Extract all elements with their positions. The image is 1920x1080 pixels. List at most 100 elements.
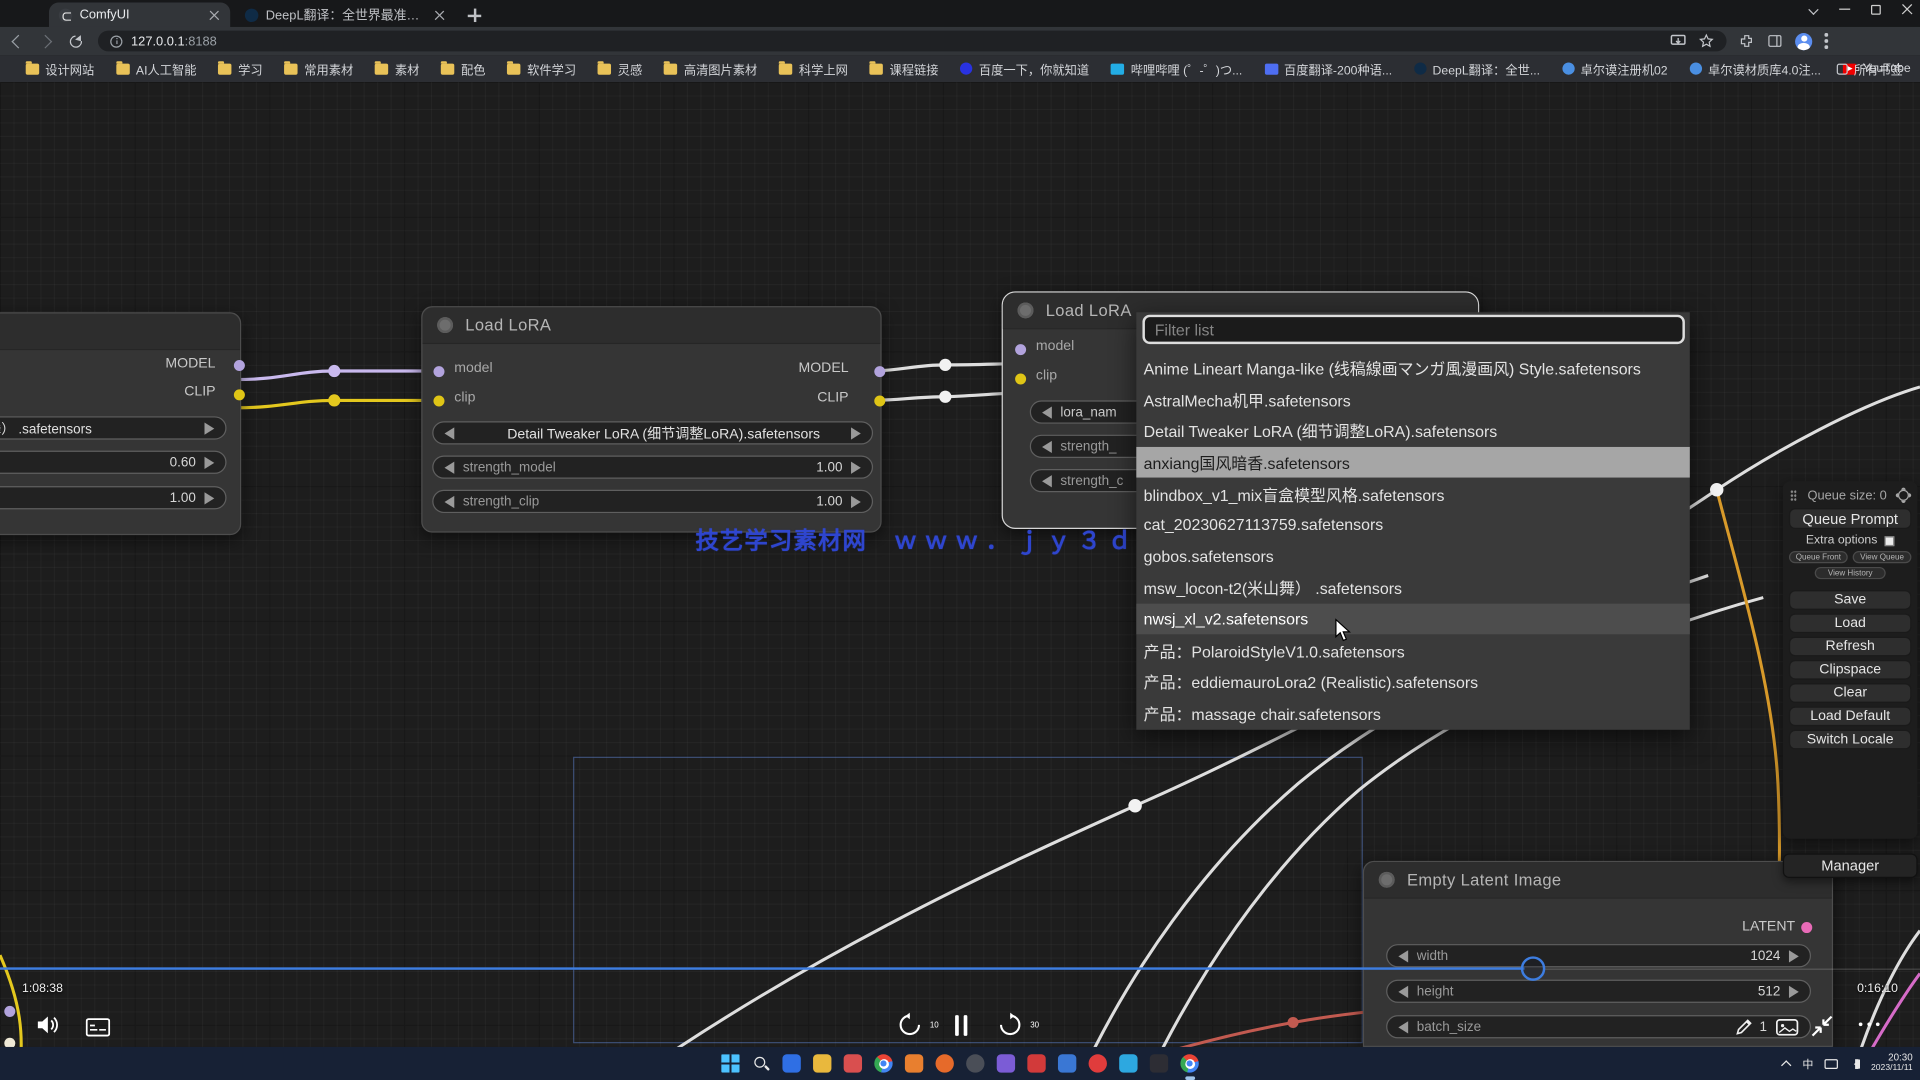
extensions-icon[interactable] [1739, 33, 1755, 49]
menu-button[interactable]: Save [1789, 590, 1911, 610]
widget-lora-name[interactable]: Detail Tweaker LoRA (细节调整LoRA).safetenso… [432, 421, 873, 444]
prev-arrow-icon[interactable] [1042, 406, 1052, 418]
manager-button[interactable]: Manager [1783, 853, 1918, 877]
input-port-model[interactable] [433, 366, 444, 377]
lora-list-item[interactable]: cat_20230627113759.safetensors [1136, 509, 1689, 540]
extra-options-checkbox[interactable] [1885, 536, 1895, 546]
collapse-dot[interactable] [437, 317, 453, 333]
reload-button[interactable] [64, 29, 88, 53]
tab-search-icon[interactable] [1809, 4, 1819, 14]
widget-strength-model[interactable]: strength_model 1.00 [432, 456, 873, 479]
queue-prompt-button[interactable]: Queue Prompt [1789, 508, 1911, 529]
filter-input[interactable]: Filter list [1142, 315, 1684, 344]
bookmark-item[interactable]: 卓尔谟材质库4.0注... [1681, 57, 1829, 80]
more-options-icon[interactable] [1859, 1022, 1883, 1046]
taskbar-app-icon[interactable] [904, 1053, 925, 1074]
bookmark-item[interactable]: 素材 [367, 57, 428, 80]
profile-avatar[interactable] [1795, 32, 1812, 49]
prev-arrow-icon[interactable] [1398, 985, 1408, 997]
collapse-dot[interactable] [1018, 302, 1034, 318]
taskbar-app-icon[interactable] [1179, 1053, 1200, 1074]
node-lora-loader-left[interactable]: MODEL CLIP （米山舞） .safetensors 0.60 1.00 [0, 312, 241, 535]
menu-button[interactable]: Refresh [1789, 637, 1911, 657]
bookmark-item[interactable]: AI人工智能 [108, 57, 205, 80]
node-title-bar[interactable]: Empty Latent Image [1364, 862, 1832, 899]
seek-handle[interactable] [1521, 956, 1545, 980]
widget-strength-clip[interactable]: 1.00 [0, 486, 227, 509]
taskbar-app-icon[interactable] [873, 1053, 894, 1074]
queue-small-button[interactable]: View Queue [1853, 551, 1912, 563]
output-port-clip[interactable] [234, 389, 245, 400]
close-icon[interactable] [1902, 4, 1913, 15]
next-arrow-icon[interactable] [851, 495, 861, 507]
bookmark-item[interactable]: 百度翻译-200种语... [1256, 57, 1401, 80]
lora-list-item[interactable]: 产品：massage chair.safetensors [1136, 697, 1689, 728]
taskbar-app-icon[interactable] [720, 1053, 741, 1074]
tab-close-icon[interactable] [435, 9, 446, 20]
maximize-icon[interactable] [1871, 4, 1881, 14]
node-empty-latent[interactable]: Empty Latent Image LATENT width 1024 hei… [1363, 861, 1833, 1047]
node-title-bar[interactable] [0, 313, 240, 350]
widget-batch-size[interactable]: batch_size 1 [1386, 1015, 1811, 1038]
view-history-button[interactable]: View History [1814, 567, 1886, 579]
bookmark-item[interactable]: 常用素材 [276, 57, 362, 80]
prev-arrow-icon[interactable] [1042, 474, 1052, 486]
output-port-model[interactable] [874, 366, 885, 377]
output-port-latent[interactable] [1801, 922, 1812, 933]
next-arrow-icon[interactable] [204, 456, 214, 468]
taskbar-app-icon[interactable] [842, 1053, 863, 1074]
taskbar-app-icon[interactable] [996, 1053, 1017, 1074]
lora-list-item[interactable]: gobos.safetensors [1136, 541, 1689, 572]
menu-button[interactable]: Load Default [1789, 707, 1911, 727]
taskbar-clock[interactable]: 20:30 2023/11/11 [1871, 1052, 1913, 1075]
lora-list-item[interactable]: Anime Lineart Manga-like (线稿線画マンガ風漫画风) S… [1136, 353, 1689, 384]
bookmark-item[interactable]: 高清图片素材 [656, 57, 766, 80]
next-arrow-icon[interactable] [1789, 985, 1799, 997]
hidden-icons-chevron[interactable] [1783, 1059, 1792, 1068]
collapse-dot[interactable] [1379, 872, 1395, 888]
prev-arrow-icon[interactable] [1042, 440, 1052, 452]
widget-width[interactable]: width 1024 [1386, 944, 1811, 967]
widget-strength-model[interactable]: 0.60 [0, 451, 227, 474]
settings-gear-icon[interactable] [1898, 490, 1909, 501]
widget-height[interactable]: height 512 [1386, 980, 1811, 1003]
taskbar-app-icon[interactable] [812, 1053, 833, 1074]
volume-tray-icon[interactable] [1849, 1059, 1860, 1069]
bookmark-item[interactable]: 配色 [433, 57, 494, 80]
bookmark-item[interactable]: 软件学习 [499, 57, 585, 80]
seek-bar-progress[interactable] [0, 967, 1524, 970]
menu-button[interactable]: Load [1789, 613, 1911, 633]
menu-button[interactable]: Clear [1789, 683, 1911, 703]
bookmark-item[interactable]: 科学上网 [771, 57, 857, 80]
bookmark-item[interactable]: 百度一下，你就知道 [952, 57, 1098, 80]
prev-arrow-icon[interactable] [1398, 1021, 1408, 1033]
subtitle-icon[interactable] [86, 1015, 110, 1039]
site-info-icon[interactable] [110, 35, 122, 47]
node-canvas[interactable]: MODEL CLIP （米山舞） .safetensors 0.60 1.00 … [0, 82, 1920, 1047]
lora-list-item[interactable]: msw_locon-t2(米山舞） .safetensors [1136, 572, 1689, 603]
lora-list-item[interactable]: 产品：eddiemauroLora2 (Realistic).safetenso… [1136, 666, 1689, 697]
taskbar-app-icon[interactable] [1149, 1053, 1170, 1074]
taskbar-app-icon[interactable] [934, 1053, 955, 1074]
volume-icon[interactable] [37, 1013, 61, 1037]
input-port-clip[interactable] [1015, 373, 1026, 384]
lora-list-item[interactable]: nwsj_xl_v2.safetensors [1136, 603, 1689, 634]
shrink-icon[interactable] [1810, 1014, 1834, 1038]
lora-list-item[interactable]: Detail Tweaker LoRA (细节调整LoRA).safetenso… [1136, 415, 1689, 446]
forward-button[interactable] [34, 29, 58, 53]
taskbar-app-icon[interactable] [781, 1053, 802, 1074]
prev-arrow-icon[interactable] [444, 495, 454, 507]
input-port-clip[interactable] [433, 396, 444, 407]
seek-bar-rest[interactable] [1544, 968, 1920, 970]
bookmark-item[interactable]: 灵感 [590, 57, 651, 80]
taskbar-app-icon[interactable] [1057, 1053, 1078, 1074]
taskbar-app-icon[interactable] [965, 1053, 986, 1074]
widget-lora-name[interactable]: （米山舞） .safetensors [0, 416, 227, 439]
taskbar-app-icon[interactable] [1026, 1053, 1047, 1074]
bookmark-item[interactable]: 设计网站 [17, 57, 103, 80]
install-icon[interactable] [1670, 33, 1686, 49]
taskbar-app-icon[interactable] [1118, 1053, 1139, 1074]
minimize-icon[interactable] [1839, 4, 1850, 15]
bookmark-item[interactable]: 课程链接 [861, 57, 947, 80]
tab-deepl[interactable]: DeepL翻译：全世界最准确的翻 [235, 2, 455, 26]
